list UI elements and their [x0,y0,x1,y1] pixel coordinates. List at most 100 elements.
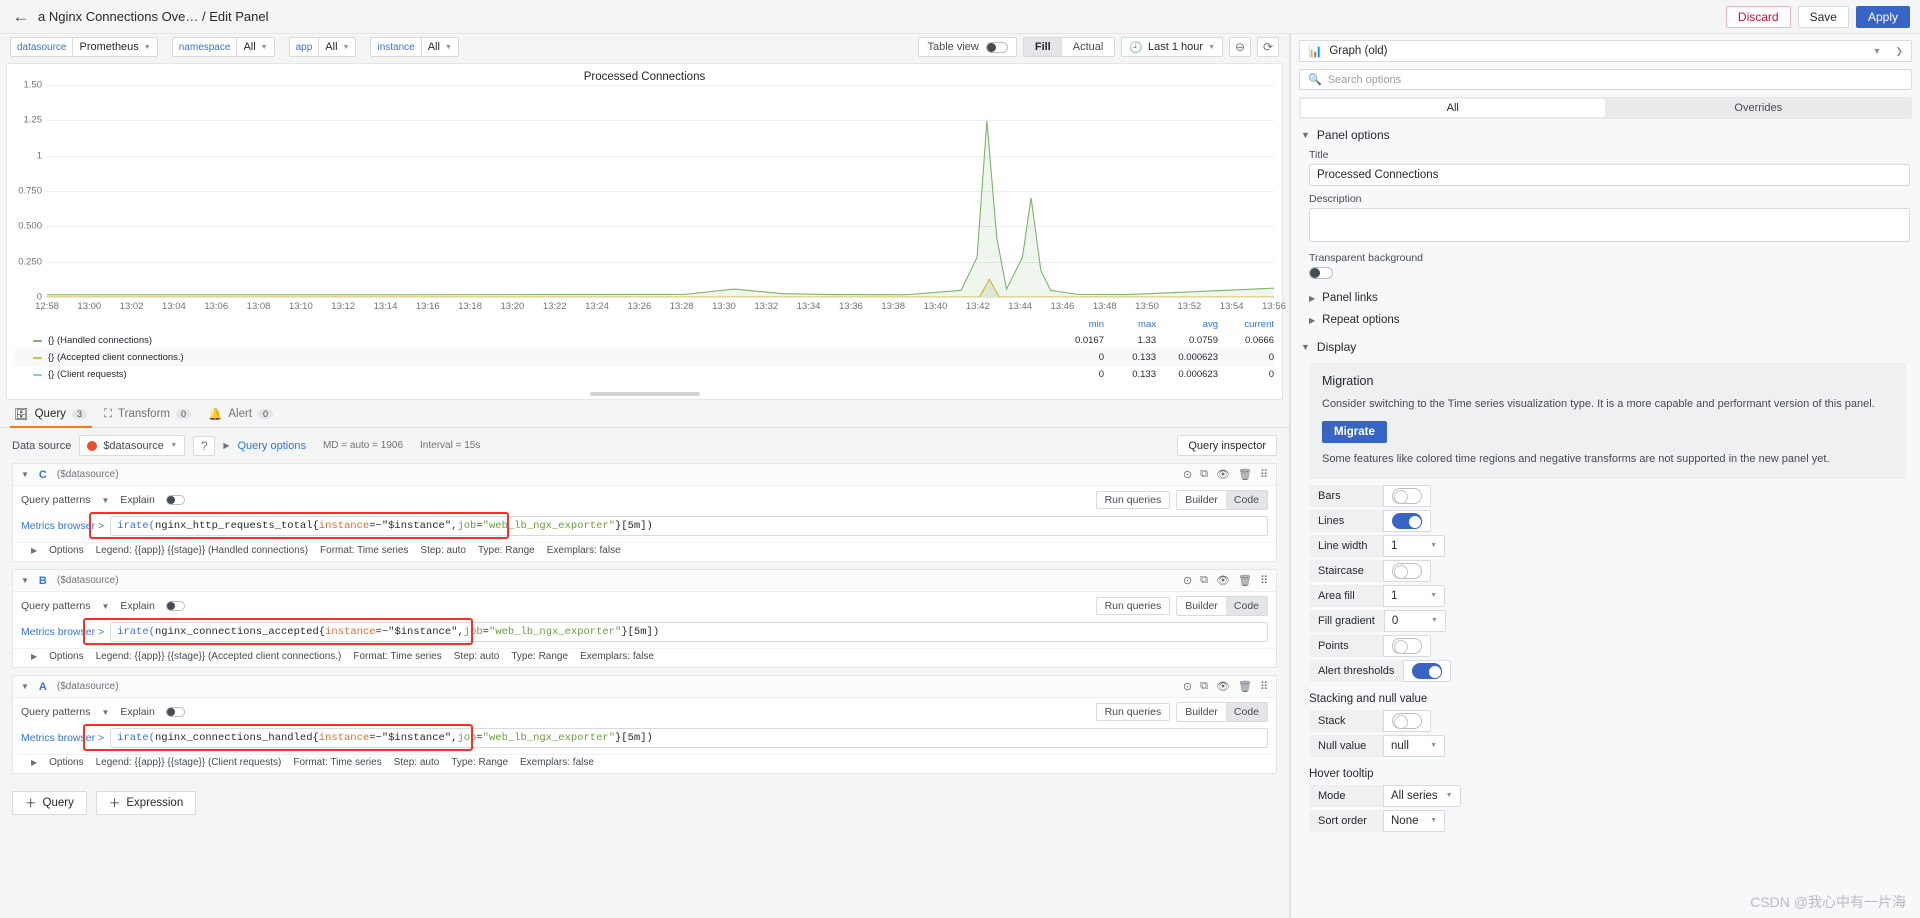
option-toggle[interactable] [1392,512,1422,529]
query-expression-input[interactable]: irate(nginx_http_requests_total{instance… [110,516,1268,536]
query-options-label[interactable]: Options [49,757,83,768]
breadcrumb[interactable]: a Nginx Connections Ove… / Edit Panel [38,9,269,24]
query-card-header[interactable]: ▼ C ($datasource) ⊙ ⧉ 👁 🗑 ⠿ [13,464,1276,486]
add-query-button[interactable]: ＋ Query [12,791,87,815]
option-select[interactable]: 0 ▼ [1383,609,1446,632]
code-option[interactable]: Code [1225,597,1267,615]
query-card-header[interactable]: ▼ A ($datasource) ⊙ ⧉ 👁 🗑 ⠿ [13,676,1276,698]
section-repeat-options[interactable]: ▶ Repeat options [1291,309,1920,331]
help-circle-icon[interactable]: ⊙ [1183,468,1192,481]
legend-col-min[interactable]: min [1052,319,1104,330]
code-option[interactable]: Code [1225,703,1267,721]
explain-switch[interactable] [165,707,185,717]
actual-option[interactable]: Actual [1062,38,1115,56]
metrics-browser-link[interactable]: Metrics browser > [21,520,104,532]
section-display[interactable]: ▼ Display [1291,331,1920,359]
table-view-toggle[interactable]: Table view [918,37,1017,57]
section-panel-options[interactable]: ▼ Panel options [1291,119,1920,147]
hide-query-icon[interactable]: 👁 [1216,468,1230,481]
query-card-header[interactable]: ▼ B ($datasource) ⊙ ⧉ 👁 🗑 ⠿ [13,570,1276,592]
explain-switch[interactable] [165,495,185,505]
legend-col-max[interactable]: max [1104,319,1156,330]
section-panel-links[interactable]: ▶ Panel links [1291,287,1920,309]
code-option[interactable]: Code [1225,491,1267,509]
chevron-down-icon[interactable]: ▼ [101,496,109,505]
help-circle-icon[interactable]: ⊙ [1183,680,1192,693]
chevron-down-icon[interactable]: ▼ [1873,46,1882,57]
apply-button[interactable]: Apply [1855,5,1910,28]
tab-overrides[interactable]: Overrides [1607,99,1911,117]
builder-option[interactable]: Builder [1177,597,1226,615]
zoom-out-icon[interactable]: ⊖ [1229,37,1251,57]
variable-value-select[interactable]: All ▼ [420,37,459,57]
query-options-toggle[interactable]: Query options [237,440,305,452]
variable-value-select[interactable]: Prometheus ▼ [72,37,158,57]
query-patterns-label[interactable]: Query patterns [21,494,90,506]
duplicate-query-icon[interactable]: ⧉ [1200,680,1208,693]
duplicate-query-icon[interactable]: ⧉ [1200,468,1208,481]
fill-option[interactable]: Fill [1023,38,1062,56]
option-select[interactable]: 1 ▼ [1383,534,1445,557]
add-expression-button[interactable]: ＋ Expression [95,791,197,815]
legend-col-avg[interactable]: avg [1156,319,1218,330]
metrics-browser-link[interactable]: Metrics browser > [21,626,104,638]
drag-handle-icon[interactable]: ⠿ [1260,574,1268,587]
panel-title-input[interactable] [1309,164,1910,186]
panel-resize-handle[interactable] [589,392,700,396]
option-select[interactable]: 1 ▼ [1383,584,1445,607]
legend-series-name-wrap[interactable]: {} (Handled connections) [15,335,1052,346]
chevron-right-icon[interactable]: ❯ [1895,46,1903,57]
builder-option[interactable]: Builder [1177,491,1226,509]
legend-row[interactable]: {} (Accepted client connections.) 0 0.13… [15,349,1274,366]
chevron-down-icon[interactable]: ▼ [21,470,29,479]
discard-button[interactable]: Discard [1725,5,1791,28]
chevron-right-icon[interactable]: ▶ [223,441,229,450]
tab-transform[interactable]: ⛶ Transform 0 [100,402,204,427]
chevron-down-icon[interactable]: ▼ [21,682,29,691]
metrics-browser-link[interactable]: Metrics browser > [21,732,104,744]
transparent-background-switch[interactable] [1309,267,1333,279]
legend-series-name-wrap[interactable]: {} (Accepted client connections.) [15,352,1052,363]
panel-description-textarea[interactable] [1309,208,1910,242]
query-inspector-button[interactable]: Query inspector [1177,435,1277,456]
delete-query-icon[interactable]: 🗑 [1238,680,1252,693]
chevron-down-icon[interactable]: ▼ [21,576,29,585]
help-circle-icon[interactable]: ⊙ [1183,574,1192,587]
query-expression-input[interactable]: irate(nginx_connections_accepted{instanc… [110,622,1268,642]
legend-col-current[interactable]: current [1218,319,1274,330]
query-patterns-label[interactable]: Query patterns [21,600,90,612]
chevron-right-icon[interactable]: ▶ [31,758,37,767]
time-range-picker[interactable]: 🕘 Last 1 hour ▼ [1121,37,1223,57]
variable-value-select[interactable]: All ▼ [318,37,357,57]
query-expression-input[interactable]: irate(nginx_connections_handled{instance… [110,728,1268,748]
query-patterns-label[interactable]: Query patterns [21,706,90,718]
legend-row[interactable]: {} (Client requests) 0 0.133 0.000623 0 [15,366,1274,383]
delete-query-icon[interactable]: 🗑 [1238,574,1252,587]
visualization-picker[interactable]: 📊 Graph (old) ▼ ❯ [1299,40,1912,62]
option-toggle[interactable] [1392,562,1422,579]
chevron-right-icon[interactable]: ▶ [31,652,37,661]
legend-series-name-wrap[interactable]: {} (Client requests) [15,369,1052,380]
drag-handle-icon[interactable]: ⠿ [1260,468,1268,481]
tab-query[interactable]: 🗄 Query 3 [10,402,100,428]
query-ref-id[interactable]: C [39,469,47,481]
query-ref-id[interactable]: B [39,575,47,587]
drag-handle-icon[interactable]: ⠿ [1260,680,1268,693]
legend-row[interactable]: {} (Handled connections) 0.0167 1.33 0.0… [15,332,1274,349]
refresh-icon[interactable]: ⟳ [1257,37,1279,57]
option-toggle[interactable] [1392,637,1422,654]
datasource-select[interactable]: $datasource ▼ [79,435,186,456]
chevron-down-icon[interactable]: ▼ [101,708,109,717]
save-button[interactable]: Save [1797,5,1849,28]
option-toggle[interactable] [1412,662,1443,679]
migrate-button[interactable]: Migrate [1322,421,1387,444]
table-view-switch[interactable] [985,41,1008,53]
chart-plot-area[interactable]: 1.50 1.25 1 0.750 0.500 0.250 0 [18,80,1274,303]
run-queries-button[interactable]: Run queries [1095,491,1171,509]
builder-option[interactable]: Builder [1177,703,1226,721]
back-arrow-icon[interactable]: ← [10,6,32,28]
option-select[interactable]: null ▼ [1383,734,1445,757]
tab-all-options[interactable]: All [1301,99,1605,117]
tab-alert[interactable]: 🔔 Alert 0 [204,402,286,427]
run-queries-button[interactable]: Run queries [1095,597,1171,615]
